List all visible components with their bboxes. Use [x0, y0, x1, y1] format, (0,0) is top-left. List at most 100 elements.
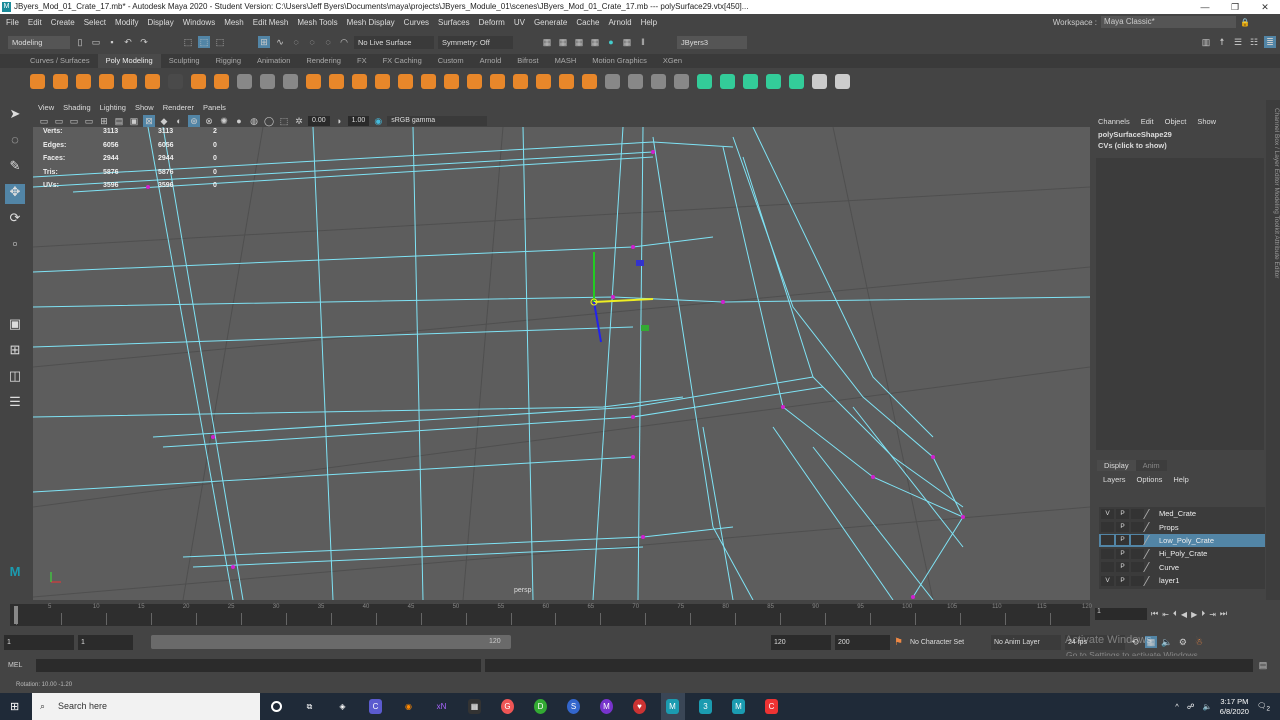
- ambient-occlusion-icon[interactable]: ◍: [248, 115, 260, 127]
- shelf-tab-mash[interactable]: MASH: [547, 54, 585, 68]
- redo-icon[interactable]: ↷: [138, 36, 150, 48]
- shelf-tool-icon[interactable]: [812, 73, 827, 89]
- textured-icon[interactable]: ◐: [173, 115, 185, 127]
- shelf-tool-icon[interactable]: [743, 73, 758, 89]
- wireframe-icon[interactable]: ⊠: [143, 114, 155, 127]
- ipr-render-icon[interactable]: ▦: [573, 36, 585, 48]
- two-view-layout-icon[interactable]: ◫: [5, 368, 25, 388]
- lights-icon[interactable]: ✺: [218, 115, 230, 127]
- render-frame-icon[interactable]: ▦: [557, 36, 569, 48]
- shelf-tool-icon[interactable]: [766, 73, 781, 89]
- layer-name[interactable]: Med_Crate: [1159, 509, 1196, 518]
- animation-start-field[interactable]: 1: [78, 634, 133, 650]
- menu-help[interactable]: Help: [641, 18, 657, 27]
- isolate-select-icon[interactable]: ◯: [263, 115, 275, 127]
- undo-icon[interactable]: ↶: [122, 36, 134, 48]
- volume-icon[interactable]: 🔈: [1202, 702, 1211, 711]
- channel-box-menu-show[interactable]: Show: [1197, 117, 1216, 126]
- symmetry-dropdown[interactable]: Symmetry: Off: [438, 35, 513, 49]
- layer-row[interactable]: P Low_Poly_Crate: [1099, 533, 1265, 548]
- go-to-end-icon[interactable]: ⏭: [1220, 609, 1227, 619]
- hypershade-icon[interactable]: ●: [605, 36, 617, 48]
- image-plane-icon[interactable]: ▭: [83, 115, 95, 127]
- color-management-icon[interactable]: ◉: [372, 115, 384, 127]
- layer-menu-layers[interactable]: Layers: [1103, 475, 1126, 484]
- selected-object-name[interactable]: polySurfaceShape29: [1098, 130, 1172, 139]
- lasso-tool-icon[interactable]: ◌: [5, 132, 25, 152]
- network-icon[interactable]: ☍: [1187, 702, 1195, 711]
- workspace-dropdown[interactable]: Maya Classic*: [1101, 16, 1237, 28]
- layer-row[interactable]: P Props: [1099, 520, 1265, 533]
- snap-curve-icon[interactable]: ∿: [274, 36, 286, 48]
- snap-point-icon[interactable]: ◌: [290, 36, 302, 48]
- time-slider[interactable]: 5 10 15 20 25 30 35 40 45 50 55 60 65 70 75 80 85 90 95 100…: [10, 604, 1092, 626]
- step-back-frame-icon[interactable]: ⏴: [1173, 609, 1177, 619]
- panel-menu-lighting[interactable]: Lighting: [100, 103, 126, 112]
- menu-uv[interactable]: UV: [514, 18, 525, 27]
- layer-display-type-toggle[interactable]: [1131, 548, 1144, 559]
- shelf-tab-rigging[interactable]: Rigging: [208, 54, 249, 68]
- shelf-tab-fx-caching[interactable]: FX Caching: [375, 54, 430, 68]
- taskbar-search[interactable]: ⌕ Search here: [32, 693, 260, 720]
- shelf-tab-animation[interactable]: Animation: [249, 54, 298, 68]
- shelf-tab-bifrost[interactable]: Bifrost: [509, 54, 546, 68]
- shelf-tool-icon[interactable]: [536, 73, 551, 89]
- layer-name[interactable]: Props: [1159, 523, 1179, 532]
- show-hidden-icons[interactable]: ^: [1175, 702, 1179, 711]
- film-gate-icon[interactable]: ▤: [113, 115, 125, 127]
- select-object-icon[interactable]: ⬚: [198, 36, 210, 48]
- open-scene-icon[interactable]: ▭: [90, 36, 102, 48]
- shelf-tool-icon[interactable]: [835, 73, 850, 89]
- arnold-render-icon[interactable]: ▦: [621, 36, 633, 48]
- blender-icon[interactable]: ◉: [397, 693, 421, 720]
- layer-row[interactable]: V Player1: [1099, 574, 1265, 587]
- layer-playback-toggle[interactable]: P: [1116, 535, 1129, 546]
- layer-visibility-toggle[interactable]: [1101, 548, 1114, 559]
- tool-settings-icon[interactable]: ☷: [1248, 36, 1260, 48]
- rotate-tool-icon[interactable]: ⟳: [5, 210, 25, 230]
- shelf-tool-icon[interactable]: [53, 73, 68, 89]
- render-settings-icon[interactable]: ▦: [589, 36, 601, 48]
- menu-select[interactable]: Select: [84, 18, 106, 27]
- layer-playback-toggle[interactable]: P: [1116, 562, 1129, 573]
- shelf-tool-icon[interactable]: [375, 73, 390, 89]
- gamma-field[interactable]: 1.00: [347, 115, 370, 126]
- xray-joints-icon[interactable]: ⬚: [278, 115, 290, 127]
- layer-visibility-toggle[interactable]: V: [1101, 575, 1114, 586]
- shelf-tool-icon[interactable]: [421, 73, 436, 89]
- layer-color-swatch[interactable]: [1143, 575, 1157, 586]
- scale-tool-icon[interactable]: ▫: [5, 236, 25, 256]
- shelf-tool-icon[interactable]: [444, 73, 459, 89]
- menu-mesh-tools[interactable]: Mesh Tools: [297, 18, 337, 27]
- play-backward-icon[interactable]: ◀: [1181, 610, 1187, 619]
- shelf-tab-custom[interactable]: Custom: [430, 54, 472, 68]
- menu-windows[interactable]: Windows: [183, 18, 215, 27]
- shelf-tool-icon[interactable]: [559, 73, 574, 89]
- shelf-tab-sculpting[interactable]: Sculpting: [161, 54, 208, 68]
- menu-cache[interactable]: Cache: [576, 18, 599, 27]
- channel-box-menu-channels[interactable]: Channels: [1098, 117, 1130, 126]
- modeling-toolkit-icon[interactable]: ▥: [1200, 36, 1212, 48]
- camera-attrs-icon[interactable]: ▭: [53, 115, 65, 127]
- shelf-tab-rendering[interactable]: Rendering: [298, 54, 349, 68]
- shelf-tool-icon[interactable]: [329, 73, 344, 89]
- xn-icon[interactable]: xN: [430, 693, 454, 720]
- layer-playback-toggle[interactable]: P: [1116, 508, 1129, 519]
- app-g-icon[interactable]: G: [496, 693, 520, 720]
- layer-display-type-toggle[interactable]: [1131, 522, 1144, 533]
- layer-color-swatch[interactable]: [1143, 522, 1157, 533]
- shelf-tool-icon[interactable]: [582, 73, 597, 89]
- shelf-tool-icon[interactable]: [628, 73, 643, 89]
- character-set-dropdown[interactable]: No Character Set: [906, 634, 987, 650]
- four-view-layout-icon[interactable]: ⊞: [5, 342, 25, 362]
- save-scene-icon[interactable]: ▪: [106, 36, 118, 48]
- shelf-tab-curves-surfaces[interactable]: Curves / Surfaces: [22, 54, 98, 68]
- gamma-icon[interactable]: ◑: [333, 115, 345, 127]
- shelf-tool-icon[interactable]: [352, 73, 367, 89]
- layer-display-type-toggle[interactable]: [1131, 562, 1144, 573]
- shelf-tool-icon[interactable]: [490, 73, 505, 89]
- shelf-tool-icon[interactable]: [30, 73, 45, 89]
- script-editor-icon[interactable]: ▤: [1257, 659, 1269, 671]
- layer-tab-anim[interactable]: Anim: [1135, 460, 1167, 471]
- layer-color-swatch[interactable]: [1143, 508, 1157, 519]
